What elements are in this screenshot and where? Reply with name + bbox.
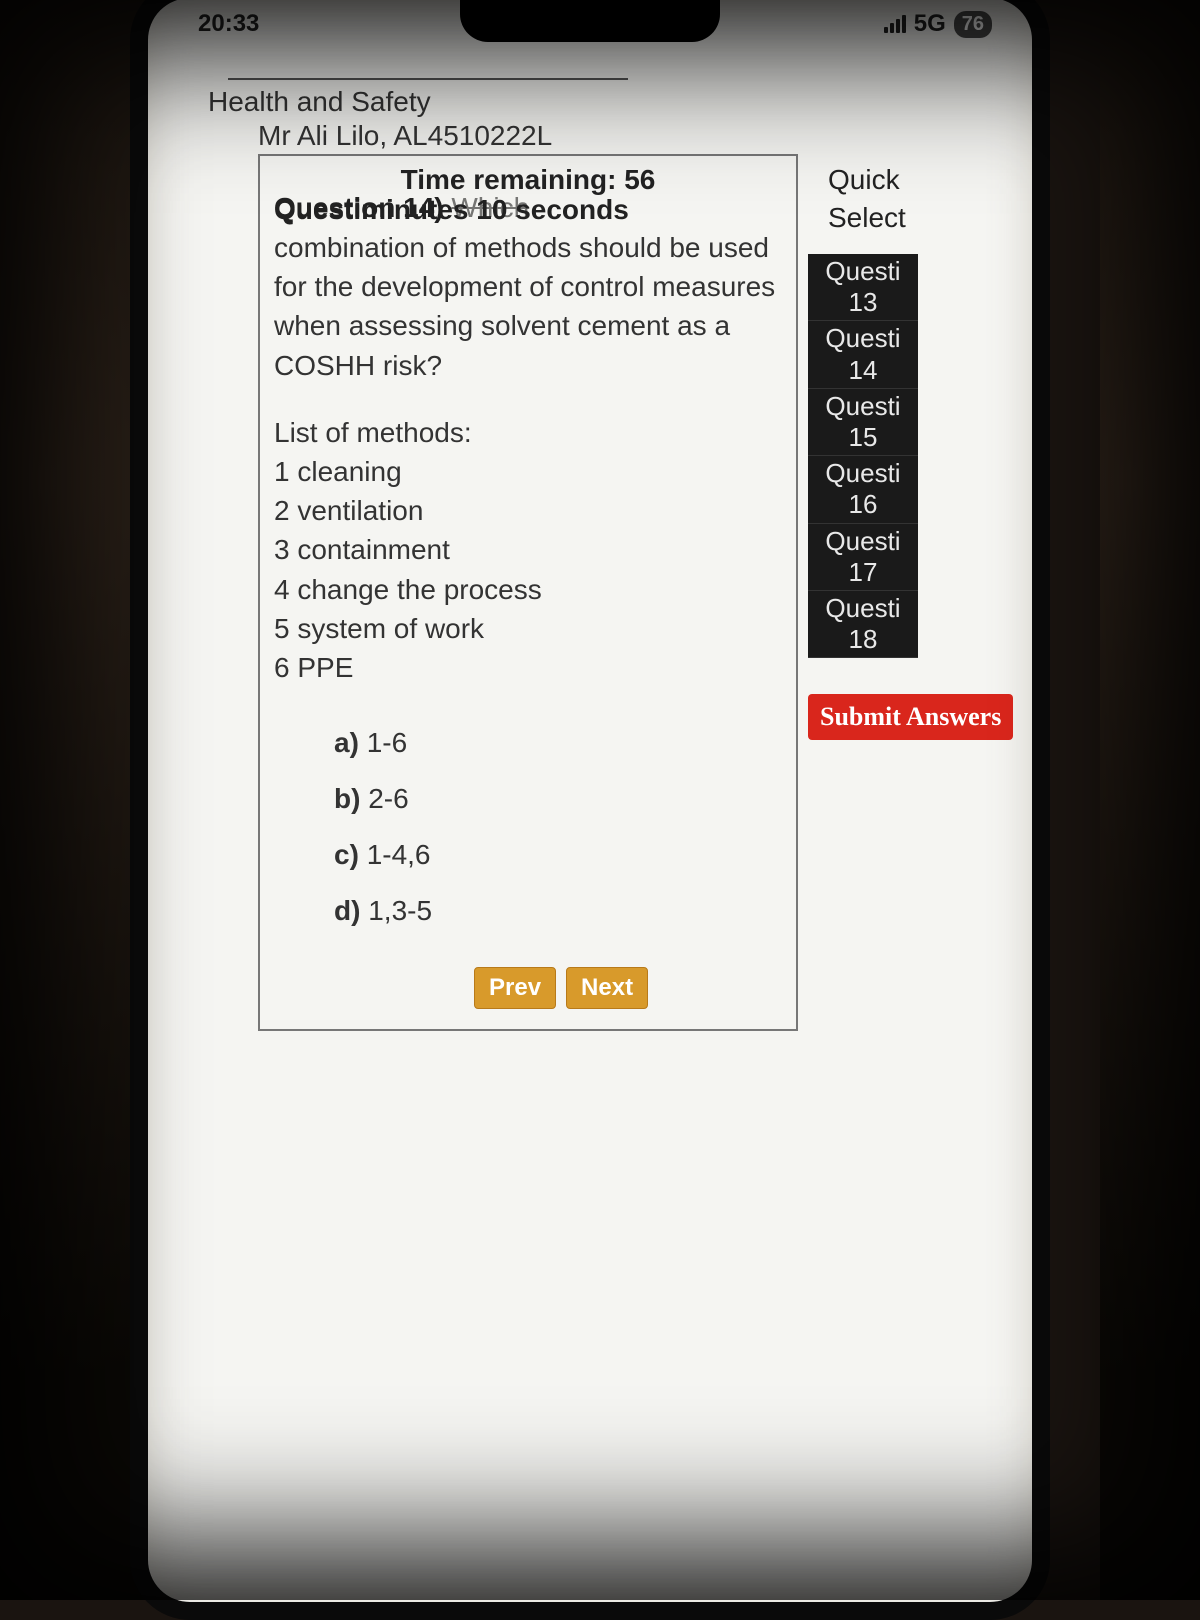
- qlist-item-17[interactable]: Questi17: [808, 524, 918, 591]
- phone-frame: 20:33 5G 76 Health and Safety Mr Ali Lil…: [130, 0, 1050, 1620]
- qlist-item-15[interactable]: Questi15: [808, 389, 918, 456]
- answer-b[interactable]: b) 2-6: [334, 783, 782, 815]
- signal-icon: [884, 15, 906, 33]
- methods-list: List of methods: 1 cleaning 2 ventilatio…: [274, 413, 782, 687]
- divider: [228, 78, 628, 80]
- quick-select-panel: Quick Select Questi13 Questi14 Questi15 …: [808, 164, 1008, 740]
- background-fabric-left: [0, 0, 150, 1600]
- method-4: 4 change the process: [274, 570, 782, 609]
- timer-label: Time remaining:: [401, 164, 617, 195]
- submit-answers-button[interactable]: Submit Answers: [808, 694, 1013, 740]
- method-1: 1 cleaning: [274, 452, 782, 491]
- answer-a[interactable]: a) 1-6: [334, 727, 782, 759]
- answer-d[interactable]: d) 1,3-5: [334, 895, 782, 927]
- status-bar: 20:33 5G 76: [148, 4, 1032, 44]
- qlist-item-13[interactable]: Questi13: [808, 254, 918, 321]
- background-fabric-right: [1100, 0, 1200, 1600]
- answer-options: a) 1-6 b) 2-6 c) 1-4,6 d) 1,3-5: [334, 727, 782, 927]
- next-button[interactable]: Next: [566, 967, 648, 1009]
- status-time: 20:33: [178, 10, 259, 38]
- quick-label-1: Quick: [828, 164, 1008, 196]
- qlist-item-16[interactable]: Questi16: [808, 456, 918, 523]
- user-name: Mr Ali Lilo, AL4510222L: [258, 120, 1012, 152]
- methods-title: List of methods:: [274, 413, 782, 452]
- qlist-item-18[interactable]: Questi18: [808, 591, 918, 658]
- method-6: 6 PPE: [274, 648, 782, 687]
- page-content: Health and Safety Mr Ali Lilo, AL4510222…: [188, 78, 1012, 1031]
- method-2: 2 ventilation: [274, 491, 782, 530]
- quick-label-2: Select: [828, 202, 1008, 234]
- qlist-item-14[interactable]: Questi14: [808, 321, 918, 388]
- question-text: combination of methods should be used fo…: [274, 228, 782, 385]
- method-5: 5 system of work: [274, 609, 782, 648]
- network-label: 5G: [914, 10, 946, 38]
- answer-c[interactable]: c) 1-4,6: [334, 839, 782, 871]
- page-title: Health and Safety: [208, 86, 1012, 118]
- question-list: Questi13 Questi14 Questi15 Questi16 Ques…: [808, 254, 918, 658]
- prev-button[interactable]: Prev: [474, 967, 556, 1009]
- method-3: 3 containment: [274, 530, 782, 569]
- question-panel: Time remaining: 56 Questiminutes 10 seco…: [258, 154, 798, 1031]
- battery-badge: 76: [954, 11, 992, 38]
